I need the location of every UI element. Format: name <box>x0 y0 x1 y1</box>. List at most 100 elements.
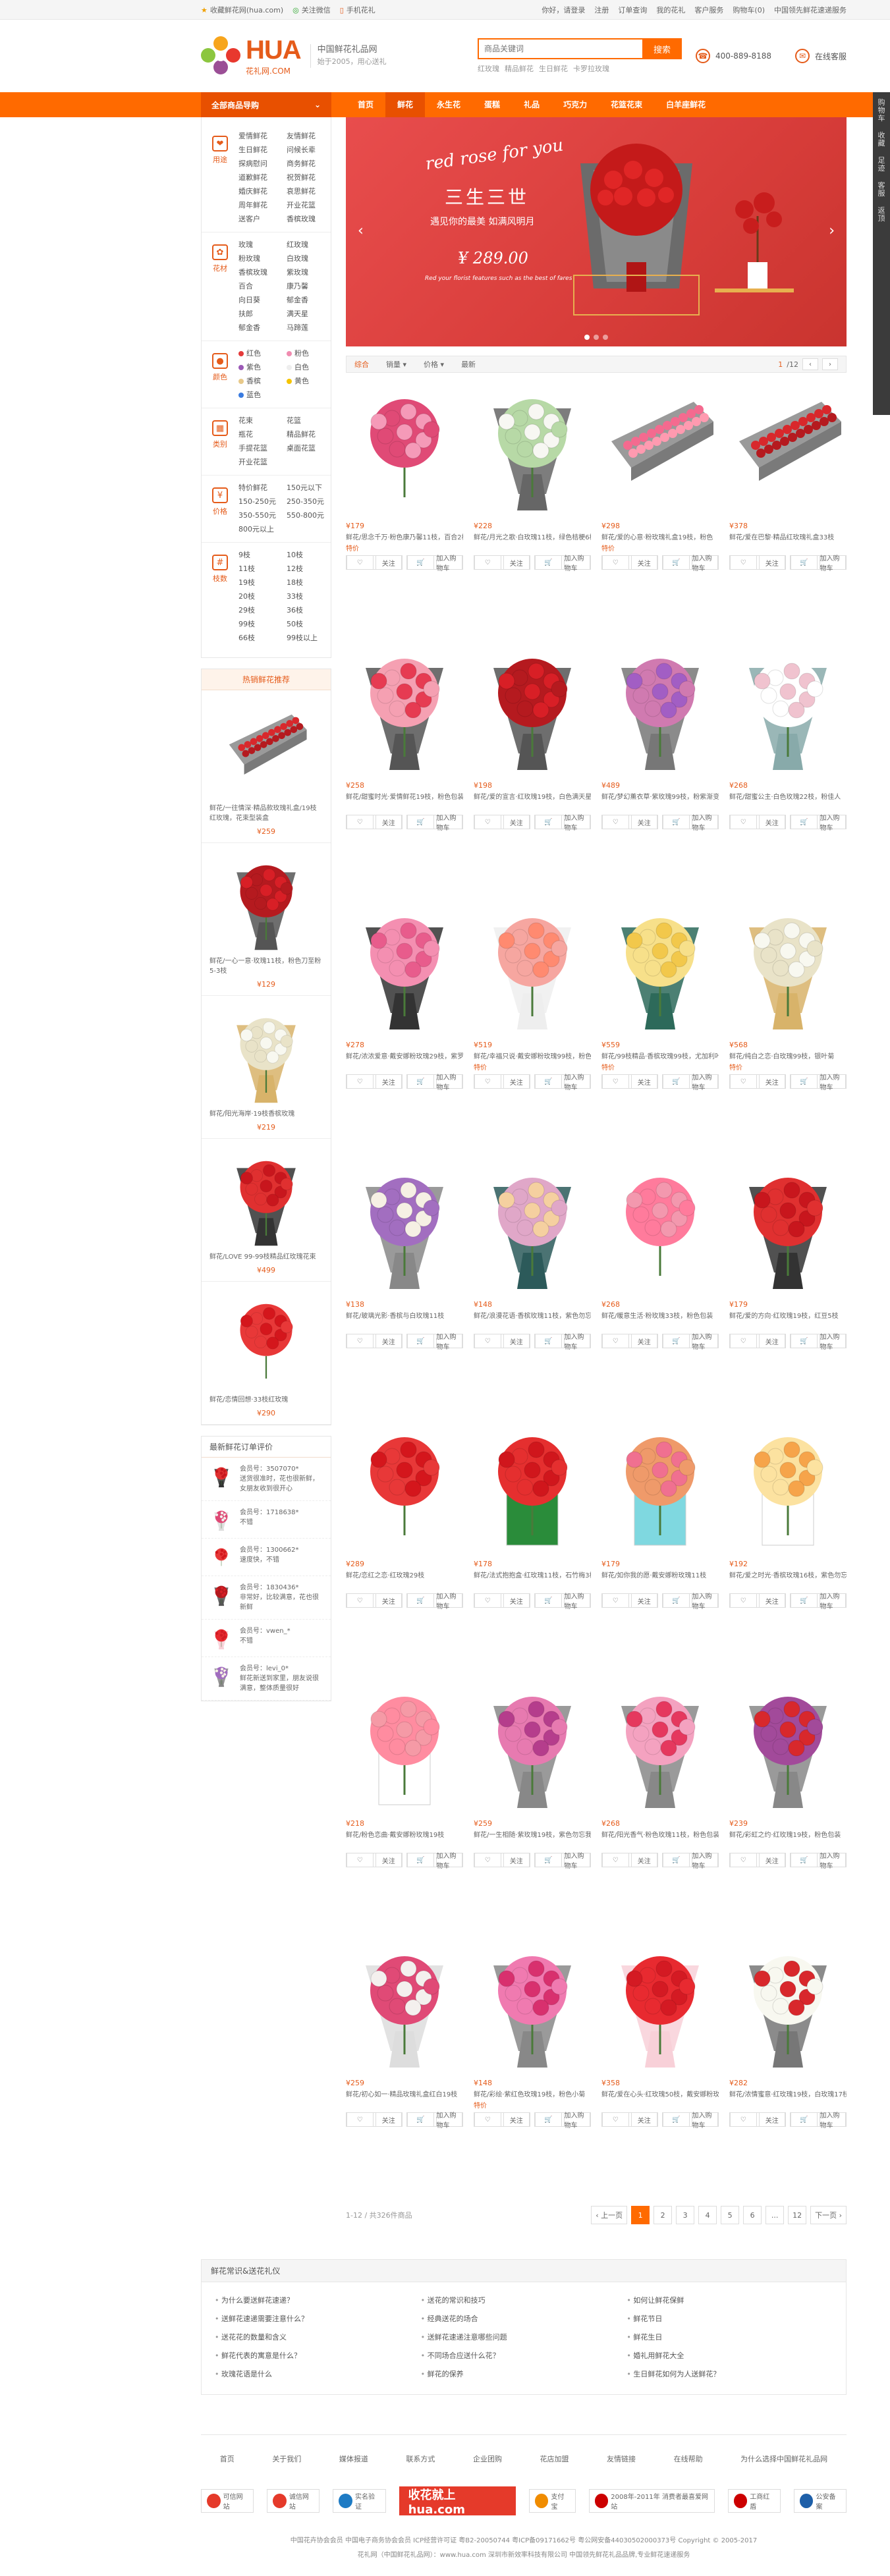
footer-link[interactable]: 关于我们 <box>272 2453 301 2464</box>
product-image[interactable] <box>729 642 847 773</box>
favorite-button[interactable]: ♡ 关注 <box>474 1074 530 1089</box>
category-link[interactable]: 开业花篮 <box>287 200 331 210</box>
product-card[interactable]: ¥268 鲜花/甜蜜公主·白色玫瑰22枝，粉佳人 ♡ 关注 🛒 加入购物车 <box>729 642 847 879</box>
product-card[interactable]: ¥179 鲜花/如你我的愿·戴安娜粉玫瑰11枝 ♡ 关注 🛒 加入购物车 <box>601 1420 719 1657</box>
product-card[interactable]: ¥148 鲜花/彩绘·紫红色玫瑰19枝，粉色小菊 特价 ♡ 关注 🛒 加入购物车 <box>474 1939 591 2176</box>
hot-keyword[interactable]: 卡罗拉玫瑰 <box>573 63 609 74</box>
pager-prev[interactable]: ‹ 上一页 <box>591 2206 628 2224</box>
product-name[interactable]: 鲜花/彩绘·紫红色玫瑰19枝，粉色小菊 <box>474 2090 591 2100</box>
product-card[interactable]: ¥282 鲜花/浓情蜜意·红玫瑰19枝，白玫瑰17枝 ♡ 关注 🛒 加入购物车 <box>729 1939 847 2176</box>
product-name[interactable]: 鲜花/甜蜜公主·白色玫瑰22枝，粉佳人 <box>729 792 847 802</box>
topbar-right-link[interactable]: 你好，请登录 <box>542 5 585 15</box>
knowledge-link[interactable]: 不同场合应送什么花？ <box>421 2347 627 2365</box>
product-name[interactable]: 鲜花/月光之歌·白玫瑰11枝，绿色桔梗6枝 <box>474 533 591 543</box>
promo-banner[interactable]: red rose for you 三生三世 遇见你的最美 如满风明月 ¥ 289… <box>346 117 847 346</box>
product-image[interactable] <box>729 1939 847 2071</box>
all-categories-toggle[interactable]: 全部商品导购 ⌄ <box>201 92 331 117</box>
add-to-cart-button[interactable]: 🛒 加入购物车 <box>406 1334 463 1351</box>
hot-product[interactable]: 鲜花/阳光海岸·19枝香槟玫瑰 ¥219 <box>202 996 331 1139</box>
topbar-right-link[interactable]: 中国领先鲜花速递服务 <box>774 5 847 15</box>
favorite-button[interactable]: ♡ 关注 <box>474 1593 530 1608</box>
topbar-right-link[interactable]: 我的花礼 <box>656 5 685 15</box>
category-link[interactable]: 黄色 <box>287 375 331 386</box>
add-to-cart-button[interactable]: 🛒 加入购物车 <box>534 1593 591 1610</box>
add-to-cart-button[interactable]: 🛒 加入购物车 <box>534 1853 591 1870</box>
category-link[interactable]: 送客户 <box>238 213 283 224</box>
product-name[interactable]: 鲜花/幸福只说·戴安娜粉玫瑰99枝，粉色 <box>474 1052 591 1062</box>
favorite-button[interactable]: ♡ 关注 <box>729 1074 786 1089</box>
product-image[interactable] <box>346 1680 463 1811</box>
category-link[interactable]: 10枝 <box>287 549 331 560</box>
product-card[interactable]: ¥192 鲜花/爱之时光·香槟玫瑰16枝，紫色勿忘我 ♡ 关注 🛒 加入购物车 <box>729 1420 847 1657</box>
add-to-cart-button[interactable]: 🛒 加入购物车 <box>534 1074 591 1091</box>
knowledge-link[interactable]: 婚礼用鲜花大全 <box>626 2347 833 2365</box>
hot-product[interactable]: 鲜花/一心一意·玫瑰11枝，粉色刀至粉5-3枝 ¥129 <box>202 843 331 996</box>
add-to-cart-button[interactable]: 🛒 加入购物车 <box>534 815 591 832</box>
knowledge-link[interactable]: 鲜花生日 <box>626 2328 833 2347</box>
category-link[interactable]: 生日鲜花 <box>238 144 283 155</box>
product-image[interactable] <box>474 642 591 773</box>
category-link[interactable]: 特价鲜花 <box>238 482 283 493</box>
nav-link[interactable]: 鲜花 <box>385 92 426 117</box>
nav-link[interactable]: 白羊座鲜花 <box>654 92 717 117</box>
category-link[interactable]: 36枝 <box>287 605 331 615</box>
favorite-button[interactable]: ♡ 关注 <box>601 1074 658 1089</box>
add-to-cart-button[interactable]: 🛒 加入购物车 <box>662 1334 719 1351</box>
banner-dot[interactable] <box>594 335 599 340</box>
favorite-button[interactable]: ♡ 关注 <box>729 1334 786 1348</box>
category-link[interactable]: 郁金香 <box>287 294 331 305</box>
product-image[interactable] <box>346 901 463 1033</box>
rail-item[interactable]: 返顶 <box>876 207 887 223</box>
category-link[interactable]: 白色 <box>287 362 331 372</box>
product-name[interactable]: 鲜花/恋红之恋·红玫瑰29枝 <box>346 1571 463 1581</box>
product-name[interactable]: 鲜花/思念千万·粉色康乃馨11枝，百合2枝 <box>346 533 463 543</box>
trust-badge[interactable]: 可信网站 <box>201 2489 254 2513</box>
banner-dot[interactable] <box>584 335 590 340</box>
nav-link[interactable]: 首页 <box>346 92 385 117</box>
category-link[interactable]: 99枝 <box>238 618 283 629</box>
category-link[interactable]: 香槟玫瑰 <box>287 213 331 224</box>
hot-product[interactable]: 鲜花/LOVE 99-99枝精品红玫瑰花束 ¥499 <box>202 1139 331 1282</box>
favorite-button[interactable]: ♡ 关注 <box>601 555 658 570</box>
add-to-cart-button[interactable]: 🛒 加入购物车 <box>790 555 847 572</box>
knowledge-link[interactable]: 送花的常识和技巧 <box>421 2291 627 2310</box>
product-name[interactable]: 鲜花/爱的心意·粉玫瑰礼盒19枝，粉色 <box>601 533 719 543</box>
product-image[interactable] <box>474 382 591 514</box>
product-image[interactable] <box>729 901 847 1033</box>
footer-link[interactable]: 为什么选择中国鲜花礼品网 <box>740 2453 827 2464</box>
nav-link[interactable]: 蛋糕 <box>472 92 512 117</box>
product-card[interactable]: ¥148 鲜花/浪漫花语·香槟玫瑰11枝，紫色勿忘我 ♡ 关注 🛒 加入购物车 <box>474 1161 591 1398</box>
category-link[interactable]: 蓝色 <box>238 389 283 400</box>
footer-link[interactable]: 联系方式 <box>406 2453 435 2464</box>
knowledge-link[interactable]: 送花花的数量和含义 <box>215 2328 421 2347</box>
footer-link[interactable]: 企业团购 <box>473 2453 502 2464</box>
favorite-button[interactable]: ♡ 关注 <box>729 2112 786 2127</box>
category-link[interactable]: 向日葵 <box>238 294 283 305</box>
category-link[interactable]: 红玫瑰 <box>287 239 331 250</box>
sort-next-button[interactable]: › <box>822 358 838 370</box>
product-image[interactable] <box>346 1161 463 1292</box>
knowledge-link[interactable]: 鲜花的保养 <box>421 2365 627 2384</box>
category-link[interactable]: 探病慰问 <box>238 158 283 169</box>
product-name[interactable]: 鲜花/初心如一·精品玫瑰礼盒红白19枝 <box>346 2090 463 2100</box>
footer-link[interactable]: 花店加盟 <box>540 2453 569 2464</box>
favorite-button[interactable]: ♡ 关注 <box>346 2112 403 2127</box>
product-image[interactable] <box>346 382 463 514</box>
product-card[interactable]: ¥179 鲜花/爱的方向·红玫瑰19枝，红豆5枝 ♡ 关注 🛒 加入购物车 <box>729 1161 847 1398</box>
product-image[interactable] <box>729 1420 847 1552</box>
favorite-button[interactable]: ♡ 关注 <box>474 815 530 829</box>
category-link[interactable]: 800元以上 <box>238 524 283 534</box>
product-card[interactable]: ¥559 鲜花/99枝精品·香槟玫瑰99枝，尤加利叶 特价 ♡ 关注 🛒 加入购物车 <box>601 901 719 1138</box>
category-link[interactable]: 粉色 <box>287 348 331 358</box>
add-to-cart-button[interactable]: 🛒 加入购物车 <box>662 555 719 572</box>
topbar-right-link[interactable]: 购物车(0) <box>733 5 765 15</box>
topbar-right-link[interactable]: 客户服务 <box>694 5 723 15</box>
category-link[interactable]: 祝贺鲜花 <box>287 172 331 182</box>
favorite-button[interactable]: ♡ 关注 <box>729 1853 786 1867</box>
category-link[interactable]: 50枝 <box>287 618 331 629</box>
footer-link[interactable]: 友情链接 <box>607 2453 636 2464</box>
category-link[interactable]: 道歉鲜花 <box>238 172 283 182</box>
category-link[interactable]: 问候长辈 <box>287 144 331 155</box>
category-link[interactable]: 桌面花篮 <box>287 443 331 453</box>
category-link[interactable]: 紫色 <box>238 362 283 372</box>
